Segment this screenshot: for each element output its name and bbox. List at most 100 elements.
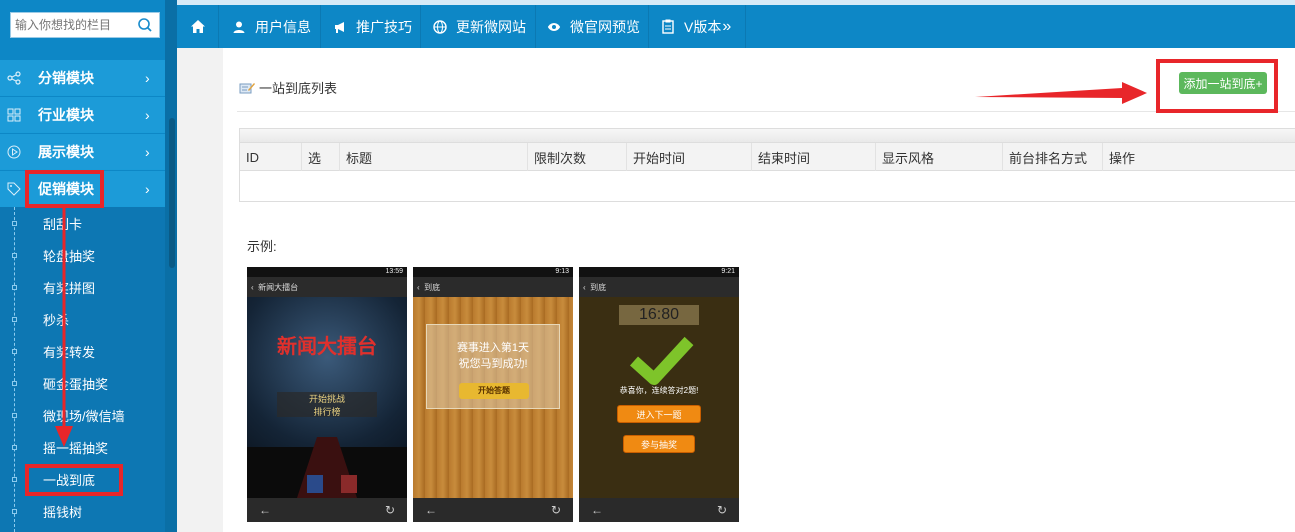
- next-question-button: 进入下一题: [617, 405, 701, 423]
- start-answer-button: 开始答题: [459, 383, 529, 399]
- submenu-item-golden-egg[interactable]: 砸金蛋抽奖: [0, 367, 165, 399]
- user-icon: [233, 21, 245, 33]
- phone-app-title: 到底: [590, 282, 607, 292]
- column-header[interactable]: 前台排名方式: [1002, 143, 1087, 171]
- sidebar-group-industry[interactable]: 行业模块 ›: [0, 97, 165, 133]
- nav-user-info[interactable]: 用户信息: [219, 5, 321, 48]
- eye-icon: [547, 22, 561, 31]
- tree-node-dot: [12, 412, 17, 418]
- column-header[interactable]: 显示风格: [875, 143, 934, 171]
- nav-home[interactable]: [177, 5, 219, 48]
- submenu-item-shake-lottery[interactable]: 摇一摇抽奖: [0, 431, 165, 463]
- nav-label: 微官网预览: [570, 18, 640, 35]
- top-navigation: 用户信息 推广技巧 更新微网站 微官网预览 V版本 »: [177, 0, 1295, 48]
- nav-promotion-tips[interactable]: 推广技巧: [321, 5, 421, 48]
- stage-illustration: 新闻大擂台 开始挑战 排行榜: [247, 334, 407, 498]
- column-header[interactable]: ID: [240, 143, 259, 171]
- example-screenshot-1: 13:59 ‹ 新闻大擂台 新闻大擂台 开始挑战 排行榜 ← ↻: [247, 267, 407, 522]
- phone-screen: 新闻大擂台 开始挑战 排行榜: [247, 297, 407, 498]
- welcome-card: 赛事进入第1天 祝您马到成功! 开始答题: [426, 324, 560, 409]
- page-title: 一站到底列表: [239, 78, 337, 97]
- search-input[interactable]: [11, 13, 135, 37]
- phone-app-bar: ‹ 到底: [579, 277, 739, 297]
- back-arrow-icon: ←: [591, 503, 603, 517]
- clipboard-icon: [662, 19, 674, 34]
- search-icon[interactable]: [137, 17, 153, 33]
- submenu-item-scratch-card[interactable]: 刮刮卡: [0, 207, 165, 239]
- sidebar-group-label: 展示模块: [38, 143, 94, 160]
- phone-app-title: 新闻大擂台: [258, 282, 299, 292]
- phone-nav-bar: ← ↻: [413, 498, 573, 522]
- submenu-item-forward-prize[interactable]: 有奖转发: [0, 335, 165, 367]
- result-message: 恭喜你，连续答对2题!: [619, 386, 699, 395]
- tree-node-dot: [12, 284, 17, 290]
- highlight-box-active-item: [25, 464, 123, 496]
- chevron-right-icon: ›: [145, 69, 150, 86]
- play-circle-icon: [0, 145, 28, 159]
- tag-icon: [0, 182, 28, 196]
- nav-version[interactable]: V版本 »: [649, 5, 746, 48]
- title-divider: [237, 111, 1295, 112]
- submenu-item-money-tree[interactable]: 摇钱树: [0, 495, 165, 527]
- tree-node-dot: [12, 476, 17, 482]
- phone-nav-bar: ← ↻: [579, 498, 739, 522]
- card-line: 赛事进入第1天: [456, 342, 530, 354]
- stage-start-button: 开始挑战: [309, 393, 345, 404]
- table-header: ID 选 标题 限制次数 开始时间 结束时间 显示风格 前台排名方式 操作: [240, 143, 1295, 171]
- nav-preview-site[interactable]: 微官网预览: [536, 5, 649, 48]
- tree-node-dot: [12, 316, 17, 322]
- sidebar: 分销模块 › 行业模块 › 展示模块 › 促销模块 › 刮刮卡 轮盘抽奖 有奖拼…: [0, 0, 177, 532]
- refresh-icon: ↻: [550, 503, 561, 517]
- nav-label: 推广技巧: [356, 18, 412, 35]
- nav-label: 用户信息: [255, 18, 311, 35]
- column-header[interactable]: 结束时间: [751, 143, 810, 171]
- submenu-item-flash-sale[interactable]: 秒杀: [0, 303, 165, 335]
- highlight-box-add-button: [1156, 59, 1278, 113]
- grid-icon: [0, 108, 28, 122]
- sidebar-group-distribution[interactable]: 分销模块 ›: [0, 60, 165, 96]
- stage-rank-button: 排行榜: [313, 406, 340, 417]
- sidebar-scrollbar[interactable]: [165, 0, 177, 532]
- globe-icon: [433, 19, 447, 34]
- tree-node-dot: [12, 220, 17, 226]
- column-header[interactable]: 限制次数: [527, 143, 586, 171]
- chevron-right-icon: ›: [145, 106, 150, 123]
- sidebar-group-label: 分销模块: [38, 69, 94, 86]
- tree-node-dot: [12, 380, 17, 386]
- table-toolbar: [240, 129, 1295, 143]
- column-header[interactable]: 操作: [1102, 143, 1135, 171]
- megaphone-icon: [335, 21, 344, 33]
- column-header[interactable]: 标题: [339, 143, 372, 171]
- nav-label: 更新微网站: [456, 18, 526, 35]
- example-screenshot-3: 9:21 ‹ 到底 16:80 恭喜你，连续答对2题! 进入下一题 参与抽奖 ←…: [579, 267, 739, 522]
- column-header[interactable]: 选: [301, 143, 321, 171]
- sidebar-group-display[interactable]: 展示模块 ›: [0, 134, 165, 170]
- home-icon: [190, 20, 205, 33]
- back-arrow-icon: ←: [259, 503, 271, 517]
- data-table: ID 选 标题 限制次数 开始时间 结束时间 显示风格 前台排名方式 操作: [239, 128, 1295, 202]
- submenu-item-label: 秒杀: [43, 312, 70, 328]
- phone-nav-bar: ← ↻: [247, 498, 407, 522]
- double-chevron-right-icon: »: [722, 17, 732, 35]
- submenu-item-label: 微现场/微信墙: [43, 408, 125, 424]
- nav-update-microsite[interactable]: 更新微网站: [421, 5, 536, 48]
- submenu-item-puzzle[interactable]: 有奖拼图: [0, 271, 165, 303]
- sidebar-scroll-thumb[interactable]: [169, 118, 175, 268]
- phone-screen: 16:80 恭喜你，连续答对2题! 进入下一题 参与抽奖: [579, 297, 739, 498]
- refresh-icon: ↻: [384, 503, 395, 517]
- main-content: 一站到底列表 添加一站到底+ ID 选 标题 限制次数 开始时间 结束时间 显示…: [177, 48, 1295, 532]
- phone-app-bar: ‹ 新闻大擂台: [247, 277, 407, 297]
- check-mark-icon: [629, 336, 694, 385]
- content-panel: 一站到底列表 添加一站到底+ ID 选 标题 限制次数 开始时间 结束时间 显示…: [223, 48, 1295, 532]
- tree-node-dot: [12, 444, 17, 450]
- tree-node-dot: [12, 252, 17, 258]
- phone-status-bar: 13:59: [247, 267, 407, 277]
- timer-display: 16:80: [619, 305, 699, 325]
- submenu-item-wheel-lottery[interactable]: 轮盘抽奖: [0, 239, 165, 271]
- column-header[interactable]: 开始时间: [626, 143, 685, 171]
- submenu-item-wechat-wall[interactable]: 微现场/微信墙: [0, 399, 165, 431]
- stage-banner: 新闻大擂台: [277, 334, 377, 358]
- nav-label: V版本: [684, 18, 722, 35]
- chevron-right-icon: ›: [145, 180, 150, 197]
- back-arrow-icon: ←: [425, 503, 437, 517]
